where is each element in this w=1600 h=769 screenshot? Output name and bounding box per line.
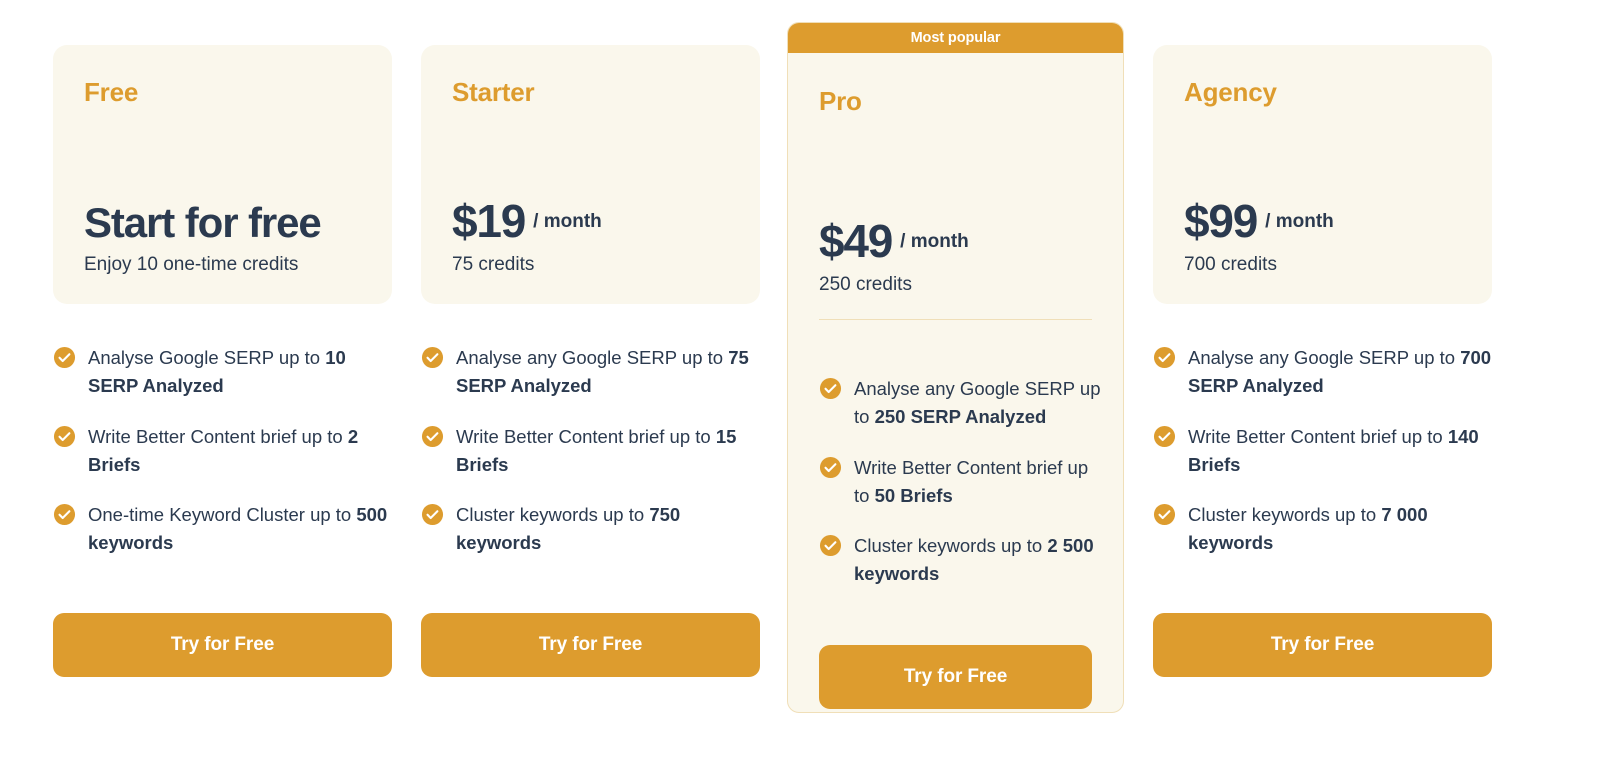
feature-text: Write Better Content brief up to 50 Brie… [854,456,1089,506]
feature-item: One-time Keyword Cluster up to 500 keywo… [53,501,392,558]
feature-text: Analyse any Google SERP up to 700 SERP A… [1188,347,1492,397]
plan-features-agency: Analyse any Google SERP up to 700 SERP A… [1153,344,1492,558]
feature-item: Analyse any Google SERP up to 700 SERP A… [1153,344,1492,401]
feature-item: Write Better Content brief up to 140 Bri… [1153,423,1492,480]
feature-text: Analyse any Google SERP up to 75 SERP An… [456,347,749,397]
plan-cta-wrap-starter: Try for Free [421,613,760,677]
plan-header-agency: Agency $99 / month 700 credits [1153,45,1492,304]
plan-cta-wrap-pro: Try for Free [819,645,1092,709]
price-row-pro: $49 / month [819,215,1103,267]
check-circle-icon [421,425,444,448]
feature-item: Cluster keywords up to 2 500 keywords [819,532,1101,589]
plan-credits-pro: 250 credits [819,274,912,296]
plan-period-starter: / month [533,210,602,232]
check-circle-icon [1153,503,1176,526]
feature-item: Cluster keywords up to 750 keywords [421,501,760,558]
feature-text: Cluster keywords up to 2 500 keywords [854,535,1094,585]
check-circle-icon [53,346,76,369]
feature-item: Analyse Google SERP up to 10 SERP Analyz… [53,344,392,401]
feature-text: Analyse any Google SERP up to 250 SERP A… [854,378,1101,428]
plan-price-block-pro: $49 / month 250 credits [819,217,1103,297]
plan-features-starter: Analyse any Google SERP up to 75 SERP An… [421,344,760,558]
plan-header-free: Free Start for free Enjoy 10 one-time cr… [53,45,392,304]
check-circle-icon [53,503,76,526]
plan-period-agency: / month [1265,210,1334,232]
try-for-free-button-starter[interactable]: Try for Free [421,613,760,677]
feature-item: Analyse any Google SERP up to 250 SERP A… [819,375,1101,432]
plan-credits-agency: 700 credits [1184,254,1277,276]
plan-credits-starter: 75 credits [452,254,535,276]
feature-text: One-time Keyword Cluster up to 500 keywo… [88,504,388,554]
pricing-card-pro: Most popular Pro $49 / month 250 credits [787,22,1124,713]
feature-text: Write Better Content brief up to 15 Brie… [456,425,737,475]
plan-period-pro: / month [900,231,969,252]
plan-price-agency: $99 [1184,194,1258,247]
check-circle-icon [421,503,444,526]
plan-name-pro: Pro [819,86,862,116]
plan-name-free: Free [84,77,139,107]
feature-text: Write Better Content brief up to 140 Bri… [1188,425,1479,475]
plan-cta-wrap-agency: Try for Free [1153,613,1492,677]
try-for-free-button-free[interactable]: Try for Free [53,613,392,677]
price-row-starter: $19 / month [452,194,740,247]
check-circle-icon [819,377,842,400]
plan-body-pro: Pro $49 / month 250 credits Analyse any … [788,53,1123,712]
check-circle-icon [819,456,842,479]
plan-price-block-agency: $99 / month 700 credits [1184,197,1472,277]
plan-name-starter: Starter [452,77,535,107]
price-row-free: Start for free [84,201,372,245]
check-circle-icon [1153,425,1176,448]
pricing-card-starter: Starter $19 / month 75 credits Analyse a… [421,45,760,677]
pricing-plans-grid: Free Start for free Enjoy 10 one-time cr… [0,0,1600,769]
plan-cta-wrap-free: Try for Free [53,613,392,677]
plan-price-pro: $49 [819,215,893,267]
check-circle-icon [1153,346,1176,369]
plan-credits-free: Enjoy 10 one-time credits [84,254,299,276]
feature-text: Analyse Google SERP up to 10 SERP Analyz… [88,347,346,397]
plan-features-free: Analyse Google SERP up to 10 SERP Analyz… [53,344,392,558]
plan-divider-pro [819,319,1092,320]
try-for-free-button-agency[interactable]: Try for Free [1153,613,1492,677]
feature-item: Write Better Content brief up to 50 Brie… [819,454,1101,511]
check-circle-icon [53,425,76,448]
check-circle-icon [819,534,842,557]
plan-header-starter: Starter $19 / month 75 credits [421,45,760,304]
feature-item: Write Better Content brief up to 15 Brie… [421,423,760,480]
check-circle-icon [421,346,444,369]
feature-item: Analyse any Google SERP up to 75 SERP An… [421,344,760,401]
try-for-free-button-pro[interactable]: Try for Free [819,645,1092,709]
plan-price-block-starter: $19 / month 75 credits [452,197,740,277]
feature-item: Cluster keywords up to 7 000 keywords [1153,501,1492,558]
plan-price-block-free: Start for free Enjoy 10 one-time credits [84,201,372,277]
feature-text: Write Better Content brief up to 2 Brief… [88,425,359,475]
plan-name-agency: Agency [1184,77,1277,107]
price-row-agency: $99 / month [1184,194,1472,247]
feature-text: Cluster keywords up to 750 keywords [456,504,681,554]
pricing-card-free: Free Start for free Enjoy 10 one-time cr… [53,45,392,677]
plan-features-pro: Analyse any Google SERP up to 250 SERP A… [819,375,1101,589]
most-popular-badge: Most popular [788,23,1123,53]
plan-price-free: Start for free [84,199,322,247]
plan-price-starter: $19 [452,194,526,247]
pricing-card-agency: Agency $99 / month 700 credits Analyse a… [1153,45,1492,677]
feature-item: Write Better Content brief up to 2 Brief… [53,423,392,480]
feature-text: Cluster keywords up to 7 000 keywords [1188,504,1428,554]
